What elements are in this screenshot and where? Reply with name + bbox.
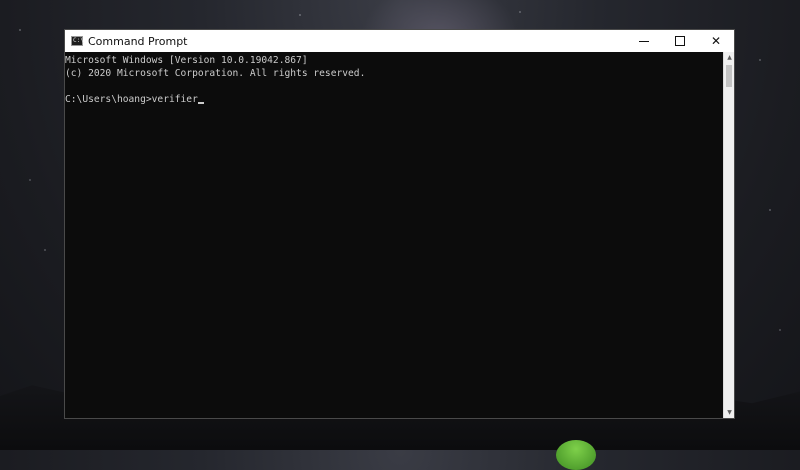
maximize-icon [675, 36, 685, 46]
command-prompt-window[interactable]: C:\ Command Prompt ✕ Microsoft Windows [… [64, 29, 735, 419]
window-title: Command Prompt [88, 34, 188, 48]
command-prompt-text: C:\Users\hoang>verifier [65, 94, 198, 105]
scroll-up-icon[interactable]: ▲ [724, 52, 735, 63]
console-line: Microsoft Windows [Version 10.0.19042.86… [65, 55, 308, 66]
minimize-button[interactable] [626, 30, 662, 52]
scroll-down-icon[interactable]: ▼ [724, 407, 735, 418]
caption-buttons: ✕ [626, 30, 734, 52]
wallpaper-green-object [556, 440, 596, 470]
title-bar[interactable]: C:\ Command Prompt ✕ [65, 30, 734, 52]
close-button[interactable]: ✕ [698, 30, 734, 52]
maximize-button[interactable] [662, 30, 698, 52]
vertical-scrollbar[interactable]: ▲ ▼ [723, 52, 734, 418]
minimize-icon [639, 40, 649, 42]
text-cursor [197, 102, 204, 104]
console-line: (c) 2020 Microsoft Corporation. All righ… [65, 68, 366, 79]
console-icon[interactable]: C:\ [71, 36, 84, 46]
command-line[interactable]: C:\Users\hoang>verifier [65, 93, 723, 106]
close-icon: ✕ [710, 34, 722, 48]
scrollbar-thumb[interactable] [726, 65, 732, 87]
console-output[interactable]: Microsoft Windows [Version 10.0.19042.86… [65, 52, 723, 418]
